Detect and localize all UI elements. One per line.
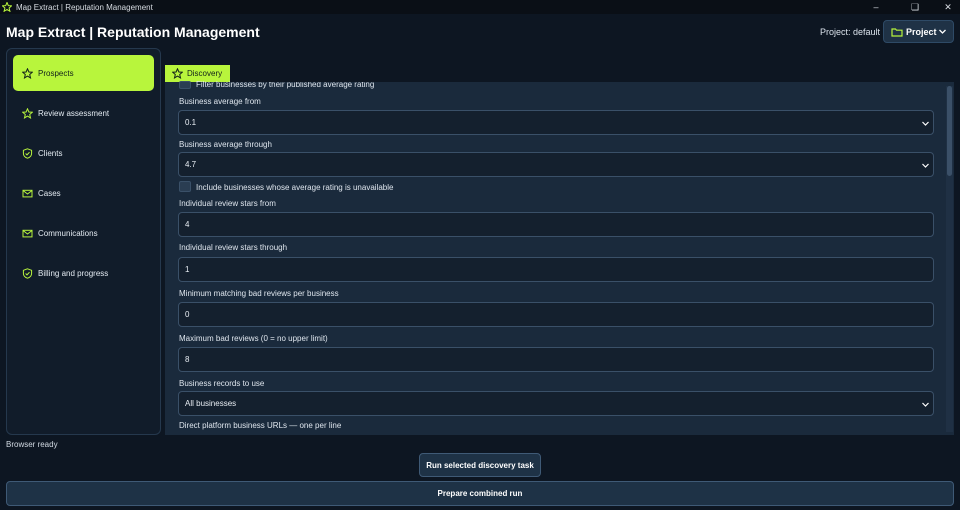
max-bad-value: 8	[185, 355, 190, 364]
sidebar: Prospects Review assessment Clients Case…	[6, 48, 161, 435]
star-icon	[2, 2, 12, 12]
project-label: Project: default	[819, 27, 880, 37]
shield-check-icon	[22, 147, 33, 159]
run-discovery-button[interactable]: Run selected discovery task	[419, 453, 541, 477]
tab-label: Discovery	[187, 69, 223, 78]
stars-through-label: Individual review stars through	[179, 243, 288, 252]
envelope-icon	[22, 188, 33, 199]
avg-through-value: 4.7	[185, 160, 197, 169]
envelope-icon	[22, 228, 33, 239]
chevron-down-icon	[921, 119, 930, 128]
sidebar-item-billing-and-progress[interactable]: Billing and progress	[13, 255, 154, 291]
star-icon	[22, 67, 33, 79]
avg-from-label: Business average from	[179, 97, 261, 106]
urls-label: Direct platform business URLs — one per …	[179, 421, 342, 430]
sidebar-item-prospects[interactable]: Prospects	[13, 55, 154, 91]
star-icon	[22, 107, 33, 119]
stars-from-label: Individual review stars from	[179, 199, 276, 208]
max-bad-input[interactable]: 8	[178, 347, 934, 372]
chevron-down-icon	[921, 161, 930, 170]
avg-from-select[interactable]: 0.1	[178, 110, 934, 135]
run-discovery-label: Run selected discovery task	[426, 460, 534, 470]
min-bad-value: 0	[185, 310, 190, 319]
title-bar: Map Extract | Reputation Management – ❏ …	[0, 0, 960, 14]
sidebar-item-cases[interactable]: Cases	[13, 175, 154, 211]
minimize-icon[interactable]: –	[864, 0, 888, 14]
close-icon[interactable]: ✕	[936, 0, 960, 14]
stars-from-input[interactable]: 4	[178, 212, 934, 237]
prepare-combined-run-button[interactable]: Prepare combined run	[6, 481, 954, 506]
star-icon	[172, 68, 183, 79]
shield-check-icon	[22, 267, 33, 279]
stars-through-input[interactable]: 1	[178, 257, 934, 282]
sidebar-item-label: Review assessment	[38, 108, 110, 118]
records-label: Business records to use	[179, 379, 265, 388]
sidebar-item-label: Prospects	[38, 68, 74, 78]
project-button[interactable]: Project	[883, 20, 954, 43]
records-select[interactable]: All businesses	[178, 391, 934, 416]
min-bad-label: Minimum matching bad reviews per busines…	[179, 289, 339, 298]
include-unavailable-checkbox[interactable]	[179, 181, 191, 192]
chevron-down-icon	[921, 400, 930, 409]
sidebar-item-label: Billing and progress	[38, 268, 109, 278]
window-title: Map Extract | Reputation Management	[16, 2, 153, 12]
sidebar-item-review-assessment[interactable]: Review assessment	[13, 95, 154, 131]
stars-from-value: 4	[185, 220, 190, 229]
folder-icon	[891, 27, 903, 37]
min-bad-input[interactable]: 0	[178, 302, 934, 327]
avg-through-select[interactable]: 4.7	[178, 152, 934, 177]
sidebar-item-clients[interactable]: Clients	[13, 135, 154, 171]
avg-from-value: 0.1	[185, 118, 197, 127]
stars-through-value: 1	[185, 265, 190, 274]
sidebar-item-label: Communications	[38, 228, 98, 238]
chevron-down-icon	[938, 27, 947, 36]
status-text: Browser ready	[6, 440, 58, 449]
max-bad-label: Maximum bad reviews (0 = no upper limit)	[179, 334, 328, 343]
include-unavailable-label: Include businesses whose average rating …	[196, 183, 394, 192]
restore-icon[interactable]: ❏	[903, 0, 927, 14]
sidebar-item-communications[interactable]: Communications	[13, 215, 154, 251]
app-title: Map Extract | Reputation Management	[6, 24, 260, 40]
avg-through-label: Business average through	[179, 140, 272, 149]
filter-published-checkbox[interactable]	[179, 81, 191, 89]
sidebar-item-label: Clients	[38, 148, 63, 158]
scrollbar-thumb[interactable]	[947, 86, 952, 176]
filter-published-label: Filter businesses by their published ave…	[196, 80, 375, 89]
sidebar-item-label: Cases	[38, 188, 61, 198]
project-button-label: Project	[906, 26, 937, 37]
records-value: All businesses	[185, 399, 237, 408]
prepare-combined-run-label: Prepare combined run	[437, 489, 523, 498]
